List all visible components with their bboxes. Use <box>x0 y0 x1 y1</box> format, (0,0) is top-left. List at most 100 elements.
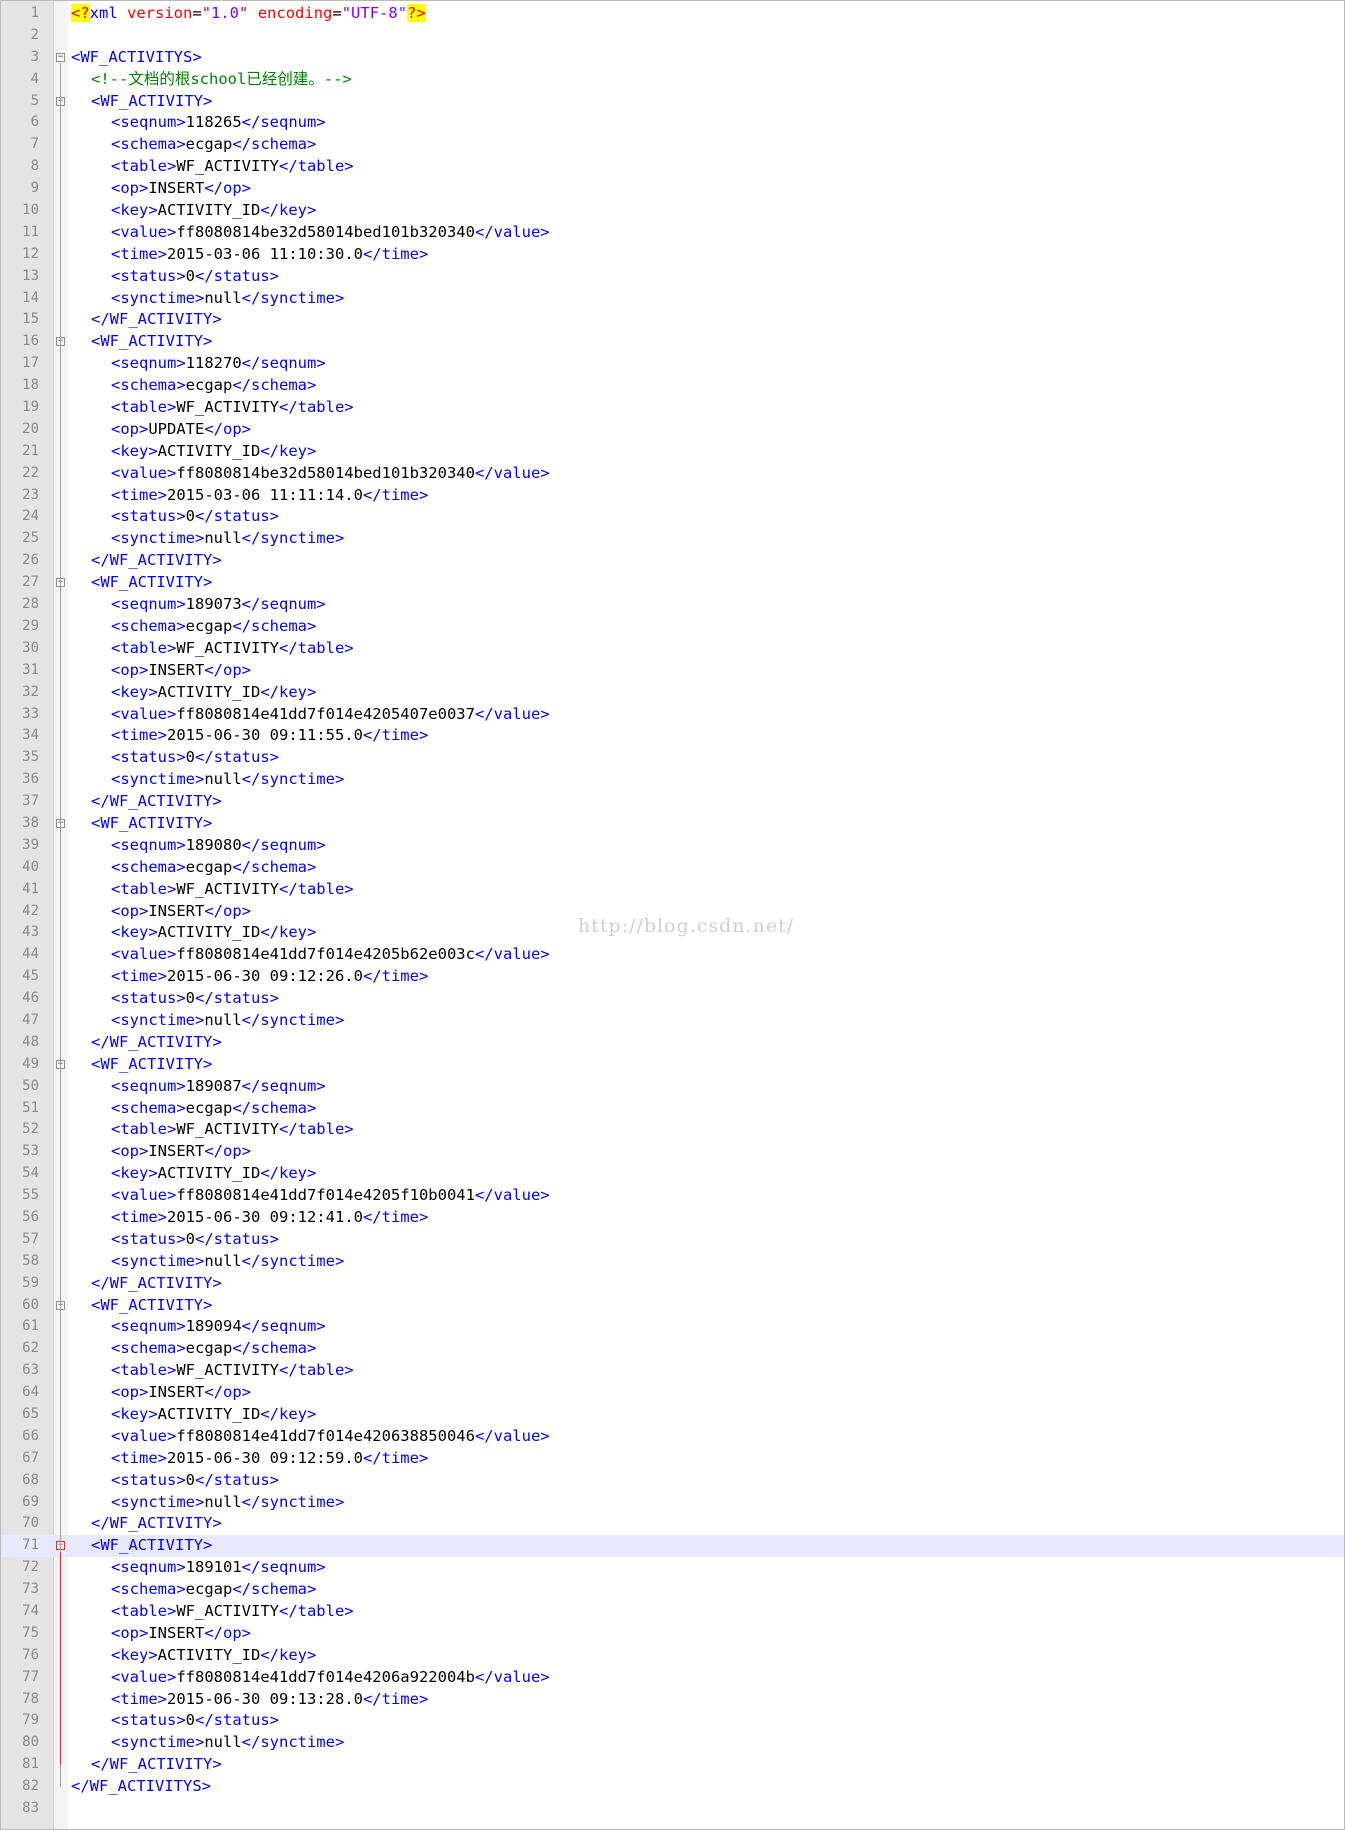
code-line[interactable]: 81 </WF_ACTIVITY> <box>1 1754 1344 1776</box>
code-line[interactable]: 66 <value>ff8080814e41dd7f014e42063885004… <box>1 1426 1344 1448</box>
code-line[interactable]: 67 <time>2015-06-30 09:12:59.0</time> <box>1 1448 1344 1470</box>
line-number: 22 <box>22 464 39 481</box>
code-line[interactable]: 24 <status>0</status> <box>1 506 1344 528</box>
code-line[interactable]: 19 <table>WF_ACTIVITY</table> <box>1 397 1344 419</box>
field-open-tag: <table> <box>111 638 177 657</box>
code-line[interactable]: 8 <table>WF_ACTIVITY</table> <box>1 156 1344 178</box>
fold-toggle-icon[interactable] <box>56 52 65 62</box>
code-line[interactable]: 12 <time>2015-03-06 11:10:30.0</time> <box>1 244 1344 266</box>
code-line[interactable]: 51 <schema>ecgap</schema> <box>1 1098 1344 1120</box>
code-line[interactable]: 40 <schema>ecgap</schema> <box>1 857 1344 879</box>
code-line[interactable]: 44 <value>ff8080814e41dd7f014e4205b62e003… <box>1 944 1344 966</box>
code-line[interactable]: 7 <schema>ecgap</schema> <box>1 134 1344 156</box>
line-number: 42 <box>22 902 39 919</box>
field-value: INSERT <box>148 1383 205 1402</box>
code-line[interactable]: 62 <schema>ecgap</schema> <box>1 1338 1344 1360</box>
code-line[interactable]: 11 <value>ff8080814be32d58014bed101b32034… <box>1 222 1344 244</box>
code-line[interactable]: 63 <table>WF_ACTIVITY</table> <box>1 1360 1344 1382</box>
code-line[interactable]: 75 <op>INSERT</op> <box>1 1623 1344 1645</box>
code-line[interactable]: 5 <WF_ACTIVITY> <box>1 91 1344 113</box>
line-number: 5 <box>30 92 39 109</box>
code-line[interactable]: 31 <op>INSERT</op> <box>1 660 1344 682</box>
code-line[interactable]: 35 <status>0</status> <box>1 747 1344 769</box>
field-open-tag: <time> <box>111 244 167 263</box>
code-line[interactable]: 36 <synctime>null</synctime> <box>1 769 1344 791</box>
code-line[interactable]: 72 <seqnum>189101</seqnum> <box>1 1557 1344 1579</box>
code-line[interactable]: 27 <WF_ACTIVITY> <box>1 572 1344 594</box>
code-text: <value>ff8080814e41dd7f014e4206a922004b<… <box>71 1667 550 1689</box>
code-line[interactable]: 74 <table>WF_ACTIVITY</table> <box>1 1601 1344 1623</box>
code-line[interactable]: 38 <WF_ACTIVITY> <box>1 813 1344 835</box>
code-line[interactable]: 25 <synctime>null</synctime> <box>1 528 1344 550</box>
code-line[interactable]: 53 <op>INSERT</op> <box>1 1141 1344 1163</box>
code-lines[interactable]: 1 <?xml version="1.0" encoding="UTF-8"?> 2… <box>1 3 1344 1820</box>
code-line[interactable]: 83 <box>1 1798 1344 1820</box>
code-text: <status>0</status> <box>71 1229 279 1251</box>
code-line[interactable]: 76 <key>ACTIVITY_ID</key> <box>1 1645 1344 1667</box>
code-line[interactable]: 65 <key>ACTIVITY_ID</key> <box>1 1404 1344 1426</box>
code-line[interactable]: 55 <value>ff8080814e41dd7f014e4205f10b004… <box>1 1185 1344 1207</box>
code-line[interactable]: 30 <table>WF_ACTIVITY</table> <box>1 638 1344 660</box>
field-value: UPDATE <box>148 419 205 438</box>
code-line[interactable]: 37 </WF_ACTIVITY> <box>1 791 1344 813</box>
code-line[interactable]: 68 <status>0</status> <box>1 1470 1344 1492</box>
code-line[interactable]: 64 <op>INSERT</op> <box>1 1382 1344 1404</box>
code-line[interactable]: 45 <time>2015-06-30 09:12:26.0</time> <box>1 966 1344 988</box>
code-line[interactable]: 47 <synctime>null</synctime> <box>1 1010 1344 1032</box>
code-line[interactable]: 52 <table>WF_ACTIVITY</table> <box>1 1119 1344 1141</box>
code-line[interactable]: 58 <synctime>null</synctime> <box>1 1251 1344 1273</box>
code-text: <table>WF_ACTIVITY</table> <box>71 1119 354 1141</box>
code-line[interactable]: 49 <WF_ACTIVITY> <box>1 1054 1344 1076</box>
code-text: <op>INSERT</op> <box>71 178 251 200</box>
code-line[interactable]: 17 <seqnum>118270</seqnum> <box>1 353 1344 375</box>
code-line[interactable]: 48 </WF_ACTIVITY> <box>1 1032 1344 1054</box>
code-line[interactable]: 56 <time>2015-06-30 09:12:41.0</time> <box>1 1207 1344 1229</box>
field-open-tag: <synctime> <box>111 1492 205 1511</box>
code-line[interactable]: 79 <status>0</status> <box>1 1710 1344 1732</box>
code-line[interactable]: 16 <WF_ACTIVITY> <box>1 331 1344 353</box>
code-line[interactable]: 32 <key>ACTIVITY_ID</key> <box>1 682 1344 704</box>
code-line[interactable]: 4 <!--文档的根school已经创建。--> <box>1 69 1344 91</box>
code-line[interactable]: 60 <WF_ACTIVITY> <box>1 1295 1344 1317</box>
code-line[interactable]: 9 <op>INSERT</op> <box>1 178 1344 200</box>
code-line[interactable]: 77 <value>ff8080814e41dd7f014e4206a922004… <box>1 1667 1344 1689</box>
code-line[interactable]: 22 <value>ff8080814be32d58014bed101b32034… <box>1 463 1344 485</box>
code-line[interactable]: 71 <WF_ACTIVITY> <box>1 1535 1344 1558</box>
code-line[interactable]: 10 <key>ACTIVITY_ID</key> <box>1 200 1344 222</box>
field-close-tag: </synctime> <box>241 1251 345 1270</box>
code-line[interactable]: 69 <synctime>null</synctime> <box>1 1492 1344 1514</box>
code-line[interactable]: 78 <time>2015-06-30 09:13:28.0</time> <box>1 1689 1344 1711</box>
code-text: <synctime>null</synctime> <box>71 1010 344 1032</box>
code-line[interactable]: 20 <op>UPDATE</op> <box>1 419 1344 441</box>
code-line[interactable]: 61 <seqnum>189094</seqnum> <box>1 1316 1344 1338</box>
code-line[interactable]: 50 <seqnum>189087</seqnum> <box>1 1076 1344 1098</box>
code-line[interactable]: 59 </WF_ACTIVITY> <box>1 1273 1344 1295</box>
code-line[interactable]: 6 <seqnum>118265</seqnum> <box>1 112 1344 134</box>
code-line[interactable]: 39 <seqnum>189080</seqnum> <box>1 835 1344 857</box>
code-line[interactable]: 26 </WF_ACTIVITY> <box>1 550 1344 572</box>
code-line[interactable]: 80 <synctime>null</synctime> <box>1 1732 1344 1754</box>
code-line[interactable]: 57 <status>0</status> <box>1 1229 1344 1251</box>
code-line[interactable]: 21 <key>ACTIVITY_ID</key> <box>1 441 1344 463</box>
code-line[interactable]: 13 <status>0</status> <box>1 266 1344 288</box>
code-line[interactable]: 3 <WF_ACTIVITYS> <box>1 47 1344 69</box>
code-line[interactable]: 15 </WF_ACTIVITY> <box>1 309 1344 331</box>
code-line[interactable]: 33 <value>ff8080814e41dd7f014e4205407e003… <box>1 704 1344 726</box>
field-open-tag: <op> <box>111 1623 149 1642</box>
code-line[interactable]: 34 <time>2015-06-30 09:11:55.0</time> <box>1 725 1344 747</box>
code-line[interactable]: 18 <schema>ecgap</schema> <box>1 375 1344 397</box>
code-line[interactable]: 41 <table>WF_ACTIVITY</table> <box>1 879 1344 901</box>
code-line[interactable]: 73 <schema>ecgap</schema> <box>1 1579 1344 1601</box>
code-line[interactable]: 29 <schema>ecgap</schema> <box>1 616 1344 638</box>
code-line[interactable]: 82 </WF_ACTIVITYS> <box>1 1776 1344 1798</box>
code-line[interactable]: 2 <box>1 25 1344 47</box>
line-number: 32 <box>22 683 39 700</box>
code-line[interactable]: 70 </WF_ACTIVITY> <box>1 1513 1344 1535</box>
code-line[interactable]: 23 <time>2015-03-06 11:11:14.0</time> <box>1 485 1344 507</box>
code-line[interactable]: 28 <seqnum>189073</seqnum> <box>1 594 1344 616</box>
code-line[interactable]: 54 <key>ACTIVITY_ID</key> <box>1 1163 1344 1185</box>
code-line[interactable]: 14 <synctime>null</synctime> <box>1 288 1344 310</box>
code-line[interactable]: 1 <?xml version="1.0" encoding="UTF-8"?> <box>1 3 1344 25</box>
xml-editor[interactable]: 1 <?xml version="1.0" encoding="UTF-8"?> 2… <box>0 0 1345 1830</box>
code-line[interactable]: 46 <status>0</status> <box>1 988 1344 1010</box>
